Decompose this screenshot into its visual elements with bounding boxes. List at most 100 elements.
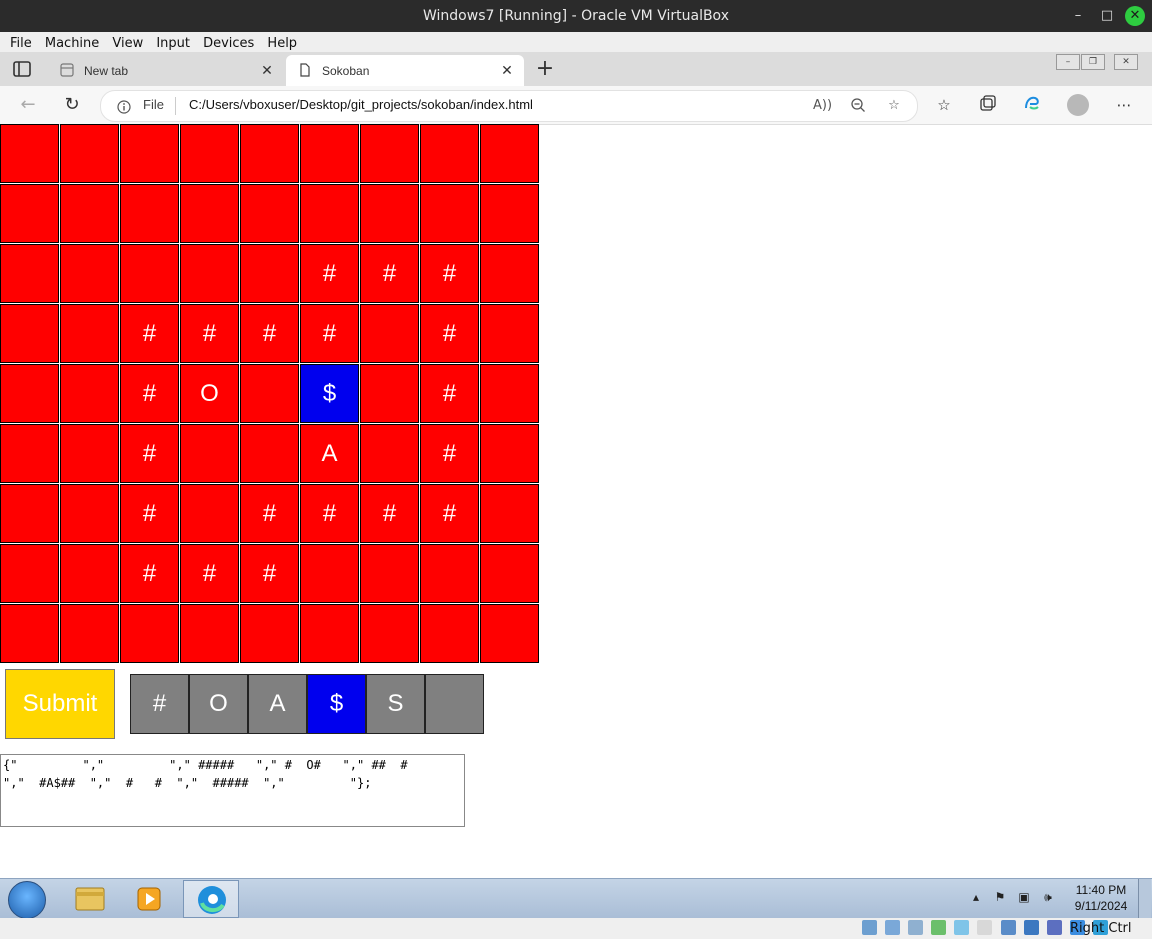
board-cell[interactable]: #	[420, 244, 479, 303]
board-cell[interactable]: A	[300, 424, 359, 483]
board-cell[interactable]	[60, 424, 119, 483]
read-aloud-icon[interactable]: A))	[813, 97, 832, 115]
board-cell[interactable]: #	[120, 484, 179, 543]
board-cell[interactable]: #	[120, 544, 179, 603]
board-cell[interactable]	[180, 604, 239, 663]
menu-file[interactable]: File	[6, 34, 36, 54]
board-cell[interactable]	[480, 604, 539, 663]
board-cell[interactable]	[420, 184, 479, 243]
guest-minimize-icon[interactable]: –	[1056, 54, 1080, 70]
tab-actions-icon[interactable]	[12, 60, 34, 78]
board-cell[interactable]	[420, 544, 479, 603]
media-player-icon[interactable]	[122, 880, 178, 918]
board-cell[interactable]	[360, 124, 419, 183]
favorites-icon[interactable]: ☆	[933, 94, 955, 116]
board-cell[interactable]	[180, 484, 239, 543]
board-cell[interactable]	[480, 124, 539, 183]
show-hidden-icons-icon[interactable]: ▴	[968, 889, 984, 905]
url-text[interactable]: C:/Users/vboxuser/Desktop/git_projects/s…	[189, 97, 533, 112]
board-cell[interactable]: #	[240, 484, 299, 543]
tab-new-tab[interactable]: New tab ✕	[48, 55, 284, 86]
board-cell[interactable]	[360, 364, 419, 423]
guest-close-icon[interactable]: ✕	[1114, 54, 1138, 70]
board-cell[interactable]	[0, 604, 59, 663]
board-cell[interactable]: #	[420, 304, 479, 363]
board-cell[interactable]	[0, 544, 59, 603]
menu-input[interactable]: Input	[152, 34, 194, 54]
board-cell[interactable]	[240, 364, 299, 423]
board-cell[interactable]	[60, 604, 119, 663]
board-cell[interactable]	[240, 124, 299, 183]
board-cell[interactable]	[60, 184, 119, 243]
board-cell[interactable]	[360, 544, 419, 603]
board-cell[interactable]: #	[360, 484, 419, 543]
optical-drive-icon[interactable]	[885, 920, 901, 935]
info-icon[interactable]	[117, 99, 131, 114]
board-cell[interactable]	[300, 124, 359, 183]
board-cell[interactable]: #	[300, 244, 359, 303]
recording-icon[interactable]	[1023, 920, 1039, 935]
board-cell[interactable]	[240, 424, 299, 483]
board-cell[interactable]: #	[120, 424, 179, 483]
board-cell[interactable]	[300, 604, 359, 663]
shared-folders-icon[interactable]	[977, 920, 993, 935]
palette-tile[interactable]: A	[248, 674, 307, 734]
palette-tile[interactable]	[425, 674, 484, 734]
board-cell[interactable]	[180, 424, 239, 483]
board-cell[interactable]	[120, 184, 179, 243]
board-cell[interactable]	[180, 124, 239, 183]
board-cell[interactable]	[60, 244, 119, 303]
board-cell[interactable]	[0, 124, 59, 183]
board-cell[interactable]	[300, 544, 359, 603]
board-cell[interactable]	[0, 424, 59, 483]
board-cell[interactable]	[0, 304, 59, 363]
board-cell[interactable]	[240, 244, 299, 303]
board-cell[interactable]: #	[180, 544, 239, 603]
palette-tile[interactable]: $	[307, 674, 366, 734]
board-cell[interactable]	[480, 184, 539, 243]
board-cell[interactable]	[300, 184, 359, 243]
board-cell[interactable]	[360, 184, 419, 243]
board-cell[interactable]: #	[420, 484, 479, 543]
board-cell[interactable]	[60, 364, 119, 423]
board-cell[interactable]	[0, 364, 59, 423]
menu-help[interactable]: Help	[263, 34, 301, 54]
board-cell[interactable]: #	[180, 304, 239, 363]
clock[interactable]: 11:40 PM 9/11/2024	[1070, 882, 1132, 914]
collections-icon[interactable]	[977, 94, 999, 116]
maximize-button[interactable]: □	[1097, 6, 1117, 26]
menu-machine[interactable]: Machine	[41, 34, 103, 54]
url-input[interactable]: File C:/Users/vboxuser/Desktop/git_proje…	[100, 90, 918, 122]
board-cell[interactable]	[360, 604, 419, 663]
board-cell[interactable]: #	[300, 304, 359, 363]
start-button[interactable]	[8, 881, 46, 919]
board-cell[interactable]: #	[240, 544, 299, 603]
board-cell[interactable]	[0, 484, 59, 543]
board-cell[interactable]	[120, 124, 179, 183]
board-cell[interactable]	[60, 484, 119, 543]
action-center-icon[interactable]: ⚑	[992, 889, 1008, 905]
add-favorite-icon[interactable]: ☆	[885, 97, 903, 115]
board-cell[interactable]	[480, 544, 539, 603]
hard-disk-icon[interactable]	[862, 920, 877, 935]
board-cell[interactable]	[480, 244, 539, 303]
volume-icon[interactable]: 🕪	[1040, 889, 1056, 905]
audio-icon[interactable]	[908, 920, 924, 935]
windows-explorer-icon[interactable]	[62, 880, 118, 918]
palette-tile[interactable]: #	[130, 674, 189, 734]
board-cell[interactable]	[120, 244, 179, 303]
more-icon[interactable]: ⋯	[1113, 94, 1135, 116]
board-cell[interactable]	[0, 184, 59, 243]
zoom-out-icon[interactable]	[849, 97, 867, 115]
show-desktop-button[interactable]	[1138, 879, 1151, 919]
guest-restore-icon[interactable]: ❐	[1081, 54, 1105, 70]
close-tab-icon[interactable]: ✕	[258, 61, 276, 79]
board-cell[interactable]	[180, 184, 239, 243]
menu-view[interactable]: View	[108, 34, 147, 54]
edge-copilot-icon[interactable]	[1021, 94, 1043, 116]
board-cell[interactable]: $	[300, 364, 359, 423]
submit-button[interactable]: Submit	[5, 669, 115, 739]
board-cell[interactable]	[60, 304, 119, 363]
board-cell[interactable]	[480, 424, 539, 483]
board-cell[interactable]: #	[300, 484, 359, 543]
